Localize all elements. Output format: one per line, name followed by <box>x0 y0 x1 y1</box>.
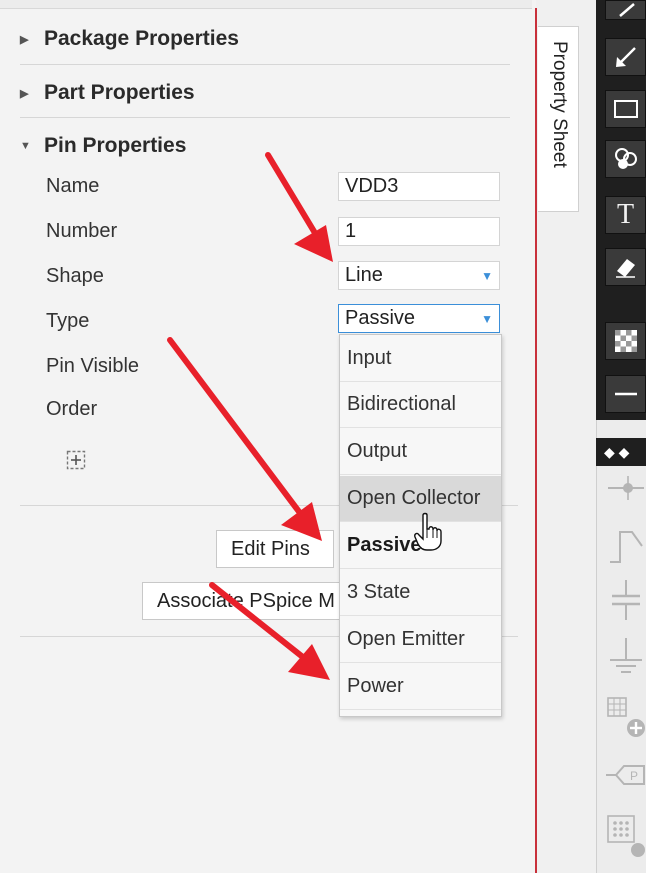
annotation-arrows <box>167 152 333 680</box>
